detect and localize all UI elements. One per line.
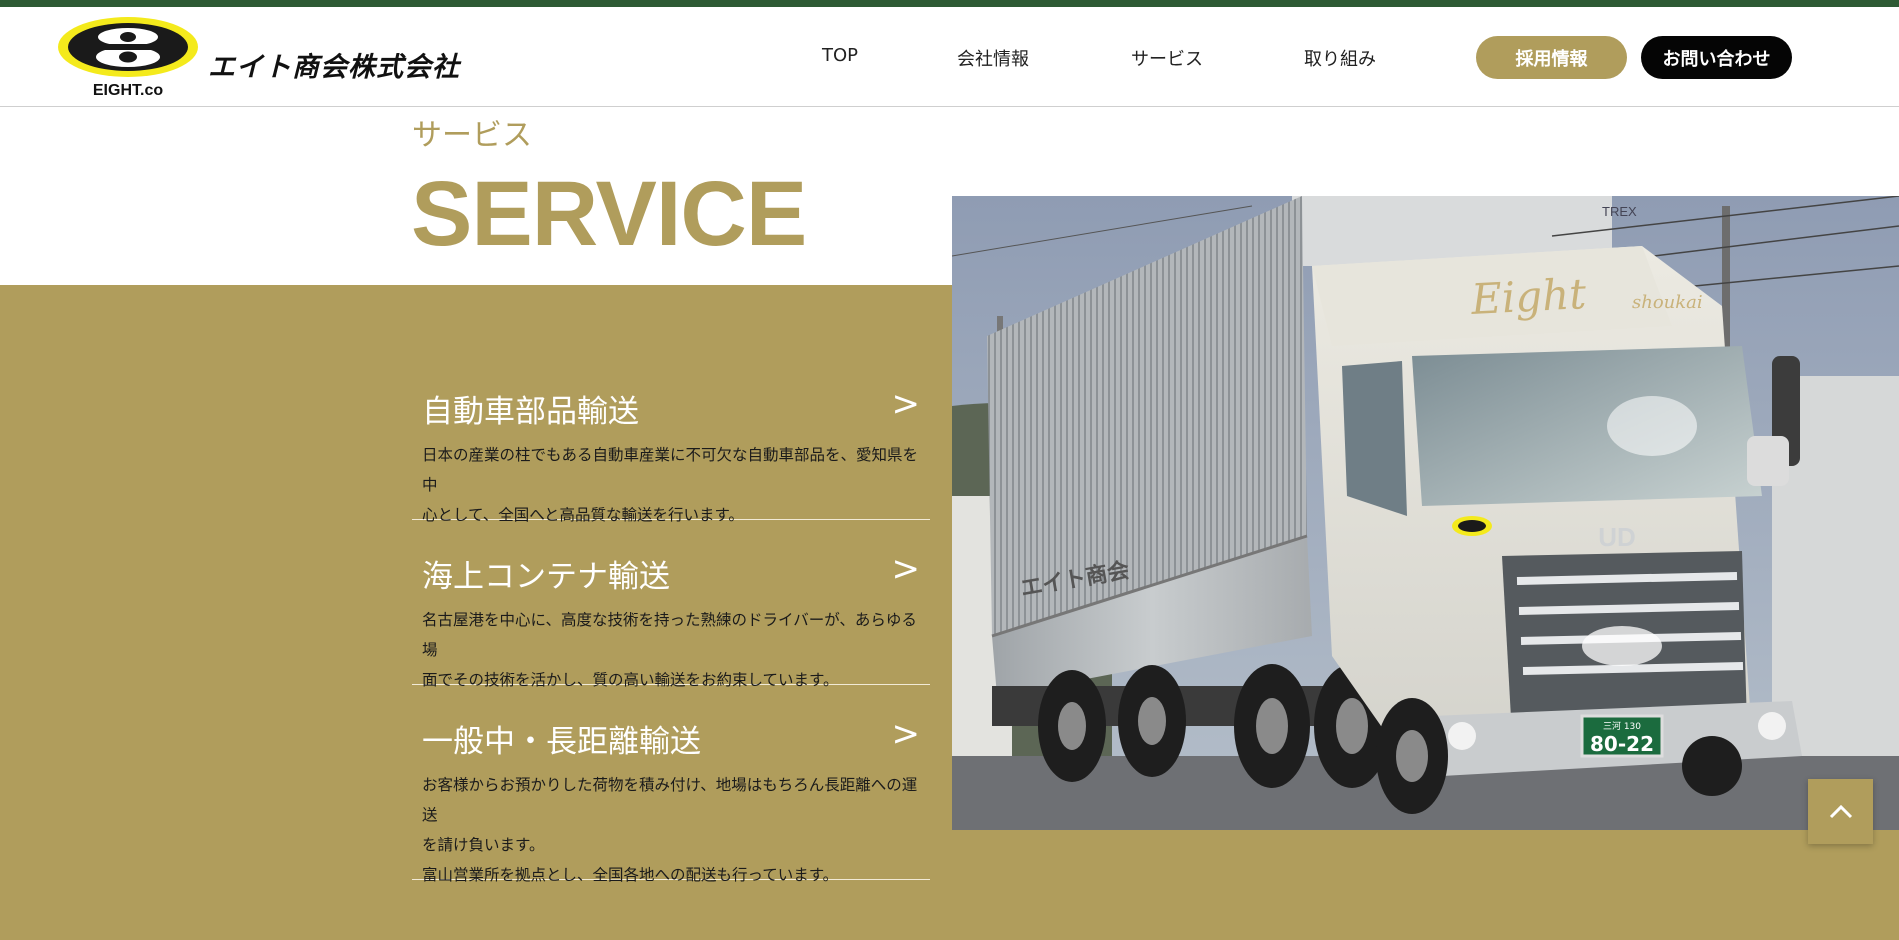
service-desc: お客様からお預かりした荷物を積み付け、地場はもちろん長距離への運送 を請け負いま… <box>422 770 922 890</box>
service-item-marine-container[interactable]: 海上コンテナ輸送 > 名古屋港を中心に、高度な技術を持った熟練のドライバーが、あ… <box>412 520 930 689</box>
site-logo[interactable]: EIGHT.co エイト商会株式会社 <box>58 15 478 101</box>
service-list: 自動車部品輸送 > 日本の産業の柱でもある自動車産業に不可欠な自動車部品を、愛知… <box>412 356 930 884</box>
plate-top-text: 三河 130 <box>1603 720 1641 732</box>
truck-photo: エイト商会 TREX Eight shoukai UD 三河 130 80-22 <box>952 196 1899 830</box>
service-item-long-distance[interactable]: 一般中・長距離輸送 > お客様からお預かりした荷物を積み付け、地場はもちろん長距… <box>412 685 930 884</box>
service-desc-line: 名古屋港を中心に、高度な技術を持った熟練のドライバーが、あらゆる場 <box>422 611 917 659</box>
service-desc-line: を請け負います。 <box>422 836 545 854</box>
eight-emblem-icon: EIGHT.co <box>58 17 198 99</box>
nav-initiatives[interactable]: 取り組み <box>1304 45 1376 71</box>
service-desc: 日本の産業の柱でもある自動車産業に不可欠な自動車部品を、愛知県を中 心として、全… <box>422 440 922 530</box>
contact-button[interactable]: お問い合わせ <box>1641 36 1792 79</box>
company-name: エイト商会株式会社 <box>208 52 460 83</box>
cab-script-small-text: shoukai <box>1632 292 1703 313</box>
trailer-tag-text: TREX <box>1602 204 1637 219</box>
service-desc-line: お客様からお預かりした荷物を積み付け、地場はもちろん長距離への運送 <box>422 776 918 824</box>
emblem-text: EIGHT.co <box>93 82 163 99</box>
cab-brand-text: UD <box>1598 522 1636 552</box>
service-title: 海上コンテナ輸送 <box>422 559 670 595</box>
nav-company[interactable]: 会社情報 <box>957 45 1029 71</box>
service-desc-line: 富山営業所を拠点とし、全国各地への配送も行っています。 <box>422 866 839 884</box>
chevron-right-icon: > <box>891 384 921 424</box>
section-title: SERVICE <box>411 163 807 265</box>
nav-top[interactable]: TOP <box>822 45 858 66</box>
service-title: 一般中・長距離輸送 <box>422 724 701 760</box>
back-to-top-button[interactable] <box>1808 779 1873 844</box>
cab-script-text: Eight <box>1469 269 1587 324</box>
section-subtitle: サービス <box>412 118 532 153</box>
chevron-right-icon: > <box>891 714 921 754</box>
service-desc: 名古屋港を中心に、高度な技術を持った熟練のドライバーが、あらゆる場 面でその技術… <box>422 605 922 695</box>
chevron-right-icon: > <box>891 549 921 589</box>
nav-service[interactable]: サービス <box>1131 45 1203 71</box>
service-desc-line: 日本の産業の柱でもある自動車産業に不可欠な自動車部品を、愛知県を中 <box>422 446 919 494</box>
plate-number-text: 80-22 <box>1590 732 1654 756</box>
top-accent-bar <box>0 0 1899 7</box>
service-title: 自動車部品輸送 <box>422 394 639 430</box>
chevron-up-icon <box>1829 804 1852 818</box>
site-header: EIGHT.co エイト商会株式会社 TOP 会社情報 サービス 取り組み 採用… <box>0 7 1899 107</box>
recruit-button[interactable]: 採用情報 <box>1476 36 1627 79</box>
truck-illustration: エイト商会 TREX Eight shoukai UD 三河 130 80-22 <box>952 196 1899 830</box>
service-item-auto-parts[interactable]: 自動車部品輸送 > 日本の産業の柱でもある自動車産業に不可欠な自動車部品を、愛知… <box>412 356 930 524</box>
